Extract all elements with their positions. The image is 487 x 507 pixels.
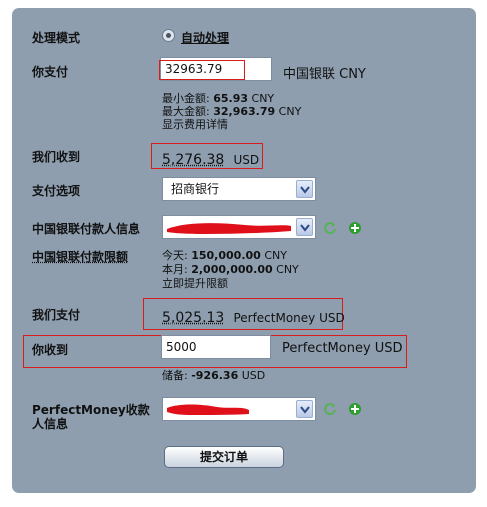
submit-order-button[interactable]: 提交订单 <box>164 446 284 468</box>
raise-limit-link[interactable]: 立即提升限额 <box>162 277 228 290</box>
we-pay-label: 我们支付 <box>32 308 81 322</box>
you-receive-amount-input[interactable]: 5000 <box>161 335 271 359</box>
refresh-icon[interactable] <box>323 402 337 416</box>
payer-info-select[interactable] <box>162 215 316 239</box>
pay-option-label: 支付选项 <box>32 184 81 198</box>
highlight-box <box>159 60 245 80</box>
we-receive-label: 我们收到 <box>32 150 81 164</box>
chevron-down-icon[interactable] <box>296 180 313 198</box>
you-receive-label: 你收到 <box>32 343 69 357</box>
we-pay-amount: 5,025.13 <box>162 310 225 326</box>
month-limit: 本月: 2,000,000.00 CNY <box>162 263 299 276</box>
recipient-info-label-line2: 人信息 <box>32 417 69 431</box>
we-receive-amount-group: 5,276.38 USD <box>162 149 259 168</box>
max-amount: 最大金额: 32,963.79 CNY <box>162 105 302 118</box>
payer-info-label: 中国银联付款人信息 <box>32 222 141 236</box>
reserve-amount: 储备: -926.36 USD <box>162 369 266 382</box>
we-receive-currency: USD <box>233 153 260 167</box>
radio-dot-icon <box>166 33 171 38</box>
redaction-scribble <box>167 223 291 234</box>
we-pay-currency: PerfectMoney USD <box>233 311 345 325</box>
redaction-scribble <box>167 404 249 415</box>
you-receive-currency: PerfectMoney USD <box>282 341 403 356</box>
min-amount: 最小金额: 65.93 CNY <box>162 92 275 105</box>
mode-label: 处理模式 <box>32 31 81 45</box>
chevron-down-icon[interactable] <box>296 218 313 236</box>
fee-details-link[interactable]: 显示费用详情 <box>162 118 228 131</box>
plus-icon[interactable] <box>348 402 362 416</box>
refresh-icon[interactable] <box>323 221 337 235</box>
today-limit: 今天: 150,000.00 CNY <box>162 249 287 262</box>
auto-mode-option[interactable]: 自动处理 <box>181 29 229 46</box>
chevron-down-icon[interactable] <box>296 400 313 418</box>
pay-option-selected: 招商银行 <box>171 182 220 196</box>
we-receive-amount: 5,276.38 <box>162 152 225 168</box>
plus-icon[interactable] <box>348 221 362 235</box>
limits-label[interactable]: 中国银联付款限额 <box>32 248 128 265</box>
you-pay-label: 你支付 <box>32 65 69 79</box>
recipient-info-select[interactable] <box>162 397 316 421</box>
pay-option-select[interactable]: 招商银行 <box>162 177 316 201</box>
you-pay-currency: 中国银联 CNY <box>283 67 366 82</box>
we-pay-amount-group: 5,025.13 PerfectMoney USD <box>162 307 345 326</box>
auto-mode-radio[interactable] <box>162 29 175 42</box>
